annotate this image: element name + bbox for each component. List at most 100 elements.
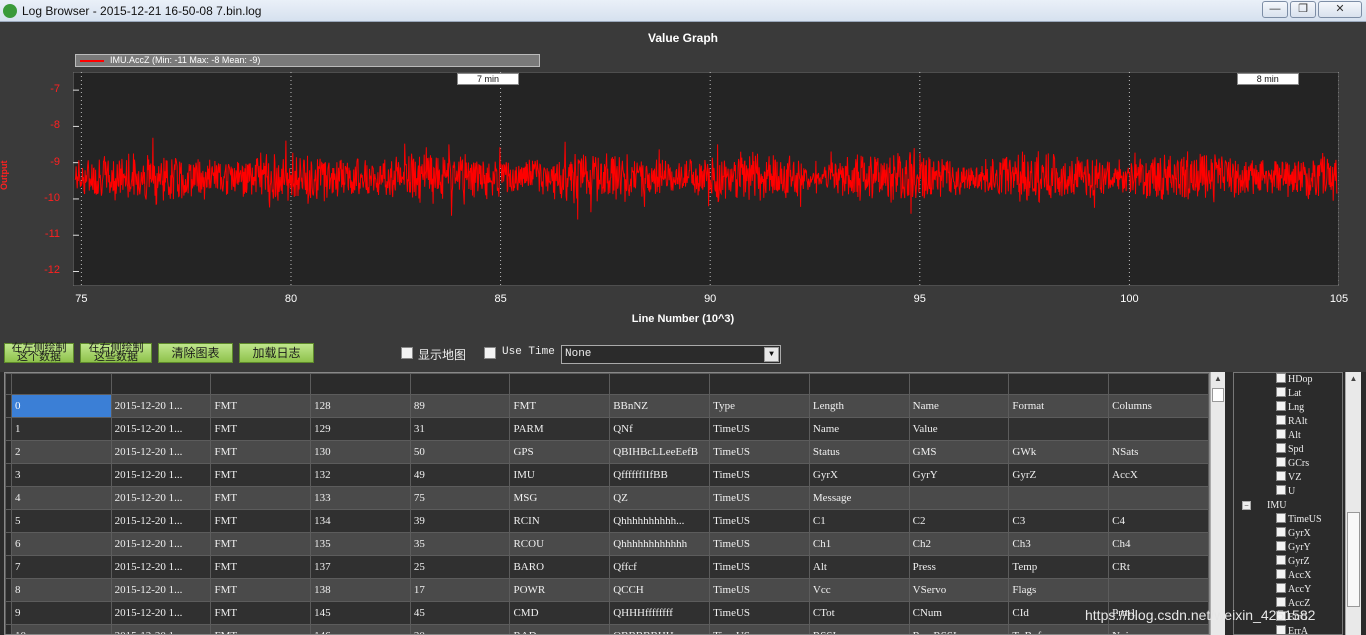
- table-cell[interactable]: 17: [409, 578, 511, 602]
- table-cell[interactable]: FMT: [210, 509, 312, 533]
- table-cell[interactable]: 129: [310, 417, 411, 441]
- table-cell[interactable]: TimeUS: [709, 509, 810, 533]
- table-cell[interactable]: POWR: [509, 578, 611, 602]
- table-cell[interactable]: 3: [10, 463, 112, 487]
- table-cell[interactable]: Alt: [808, 555, 910, 579]
- table-row[interactable]: 0 2015-12-20 1... FMT 128 89 FMT BBnNZ Type Leng…: [5, 394, 1209, 418]
- tree-field-item[interactable]: GyrY: [1276, 541, 1311, 555]
- table-cell[interactable]: C1: [808, 509, 910, 533]
- field-checkbox[interactable]: [1276, 471, 1286, 481]
- table-cell[interactable]: TimeUS: [709, 624, 810, 634]
- table-cell[interactable]: TimeUS: [709, 486, 810, 510]
- table-cell[interactable]: 8: [10, 578, 112, 602]
- field-checkbox[interactable]: [1276, 415, 1286, 425]
- tree-field-item[interactable]: HDop: [1276, 373, 1312, 387]
- scroll-up-icon[interactable]: ▲: [1346, 372, 1361, 386]
- table-cell[interactable]: QffffffIIfBB: [609, 463, 711, 487]
- table-cell[interactable]: 138: [310, 578, 411, 602]
- table-cell[interactable]: 7: [10, 555, 112, 579]
- table-cell[interactable]: CTot: [808, 601, 910, 625]
- table-cell[interactable]: GMS: [908, 440, 1010, 464]
- table-cell[interactable]: BBnNZ: [609, 394, 711, 418]
- table-cell[interactable]: PARM: [509, 417, 611, 441]
- table-cell[interactable]: Qhhhhhhhhhh...: [609, 509, 711, 533]
- table-cell[interactable]: 2: [10, 440, 112, 464]
- value-graph-plot[interactable]: [73, 72, 1339, 286]
- tree-field-item[interactable]: Spd: [1276, 443, 1304, 457]
- tree-field-item[interactable]: U: [1276, 485, 1295, 499]
- column-header[interactable]: [110, 373, 212, 395]
- chevron-down-icon[interactable]: ▼: [764, 347, 779, 362]
- table-cell[interactable]: 31: [409, 417, 511, 441]
- table-cell[interactable]: CMD: [509, 601, 611, 625]
- column-header[interactable]: [210, 373, 312, 395]
- table-cell[interactable]: FMT: [210, 394, 312, 418]
- table-cell[interactable]: Ch2: [908, 532, 1010, 556]
- table-cell[interactable]: C3: [1008, 509, 1110, 533]
- field-checkbox[interactable]: [1276, 429, 1286, 439]
- field-checkbox[interactable]: [1276, 625, 1286, 634]
- table-cell[interactable]: TimeUS: [709, 417, 810, 441]
- show-map-checkbox[interactable]: [401, 347, 413, 359]
- field-checkbox[interactable]: [1276, 513, 1286, 523]
- table-cell[interactable]: 2015-12-20 1...: [110, 601, 212, 625]
- table-cell[interactable]: FMT: [210, 624, 312, 634]
- table-cell[interactable]: GWk: [1008, 440, 1110, 464]
- column-header[interactable]: [509, 373, 611, 395]
- column-header[interactable]: [1008, 373, 1110, 395]
- table-row[interactable]: 9 2015-12-20 1... FMT 145 45 CMD QHHHffffffff T…: [5, 601, 1209, 625]
- table-cell[interactable]: TimeUS: [709, 440, 810, 464]
- table-cell[interactable]: TimeUS: [709, 555, 810, 579]
- table-cell[interactable]: QBBBBBHH: [609, 624, 711, 634]
- table-cell[interactable]: 39: [409, 509, 511, 533]
- tree-group-imu[interactable]: − IMU: [1242, 499, 1286, 513]
- table-cell[interactable]: FMT: [210, 463, 312, 487]
- table-cell[interactable]: Press: [908, 555, 1010, 579]
- table-cell[interactable]: 50: [409, 440, 511, 464]
- table-cell[interactable]: FMT: [210, 486, 312, 510]
- grid-vertical-scrollbar[interactable]: ▲: [1210, 372, 1225, 635]
- table-row[interactable]: 2 2015-12-20 1... FMT 130 50 GPS QBIHBcLLeeEef…: [5, 440, 1209, 464]
- grid-scroll-thumb[interactable]: [1212, 388, 1224, 402]
- table-cell[interactable]: Columns: [1108, 394, 1209, 418]
- table-cell[interactable]: C2: [908, 509, 1010, 533]
- column-header[interactable]: [908, 373, 1010, 395]
- table-cell[interactable]: FMT: [210, 601, 312, 625]
- table-cell[interactable]: FMT: [210, 532, 312, 556]
- table-cell[interactable]: 128: [310, 394, 411, 418]
- table-cell[interactable]: AccX: [1108, 463, 1209, 487]
- use-time-checkbox[interactable]: [484, 347, 496, 359]
- table-cell[interactable]: NSats: [1108, 440, 1209, 464]
- table-cell[interactable]: 20: [409, 624, 511, 634]
- table-cell[interactable]: TimeUS: [709, 532, 810, 556]
- table-cell[interactable]: IMU: [509, 463, 611, 487]
- table-cell[interactable]: Noise: [1108, 624, 1209, 634]
- table-cell[interactable]: [908, 486, 1010, 510]
- table-cell[interactable]: 2015-12-20 1...: [110, 509, 212, 533]
- table-cell[interactable]: GyrZ: [1008, 463, 1110, 487]
- tree-vertical-scrollbar[interactable]: ▲: [1345, 372, 1361, 635]
- table-cell[interactable]: Temp: [1008, 555, 1110, 579]
- table-cell[interactable]: Ch1: [808, 532, 910, 556]
- table-cell[interactable]: QBIHBcLLeeEefB: [609, 440, 711, 464]
- table-row[interactable]: 7 2015-12-20 1... FMT 137 25 BARO Qffcf TimeUS A…: [5, 555, 1209, 579]
- table-row[interactable]: 3 2015-12-20 1... FMT 132 49 IMU QffffffIIfBB T…: [5, 463, 1209, 487]
- column-header[interactable]: [609, 373, 711, 395]
- field-checkbox[interactable]: [1276, 387, 1286, 397]
- table-cell[interactable]: 135: [310, 532, 411, 556]
- tree-field-item[interactable]: Alt: [1276, 429, 1301, 443]
- table-cell[interactable]: Status: [808, 440, 910, 464]
- table-cell[interactable]: RAD: [509, 624, 611, 634]
- table-cell[interactable]: 2015-12-20 1...: [110, 624, 212, 634]
- table-cell[interactable]: FMT: [210, 555, 312, 579]
- table-cell[interactable]: 134: [310, 509, 411, 533]
- table-cell[interactable]: 2015-12-20 1...: [110, 394, 212, 418]
- table-row[interactable]: 5 2015-12-20 1... FMT 134 39 RCIN Qhhhhhhhhhh.…: [5, 509, 1209, 533]
- table-cell[interactable]: CNum: [908, 601, 1010, 625]
- table-cell[interactable]: 75: [409, 486, 511, 510]
- table-cell[interactable]: 6: [10, 532, 112, 556]
- table-cell[interactable]: GyrX: [808, 463, 910, 487]
- table-cell[interactable]: GPS: [509, 440, 611, 464]
- table-cell[interactable]: FMT: [210, 440, 312, 464]
- tree-field-item[interactable]: VZ: [1276, 471, 1301, 485]
